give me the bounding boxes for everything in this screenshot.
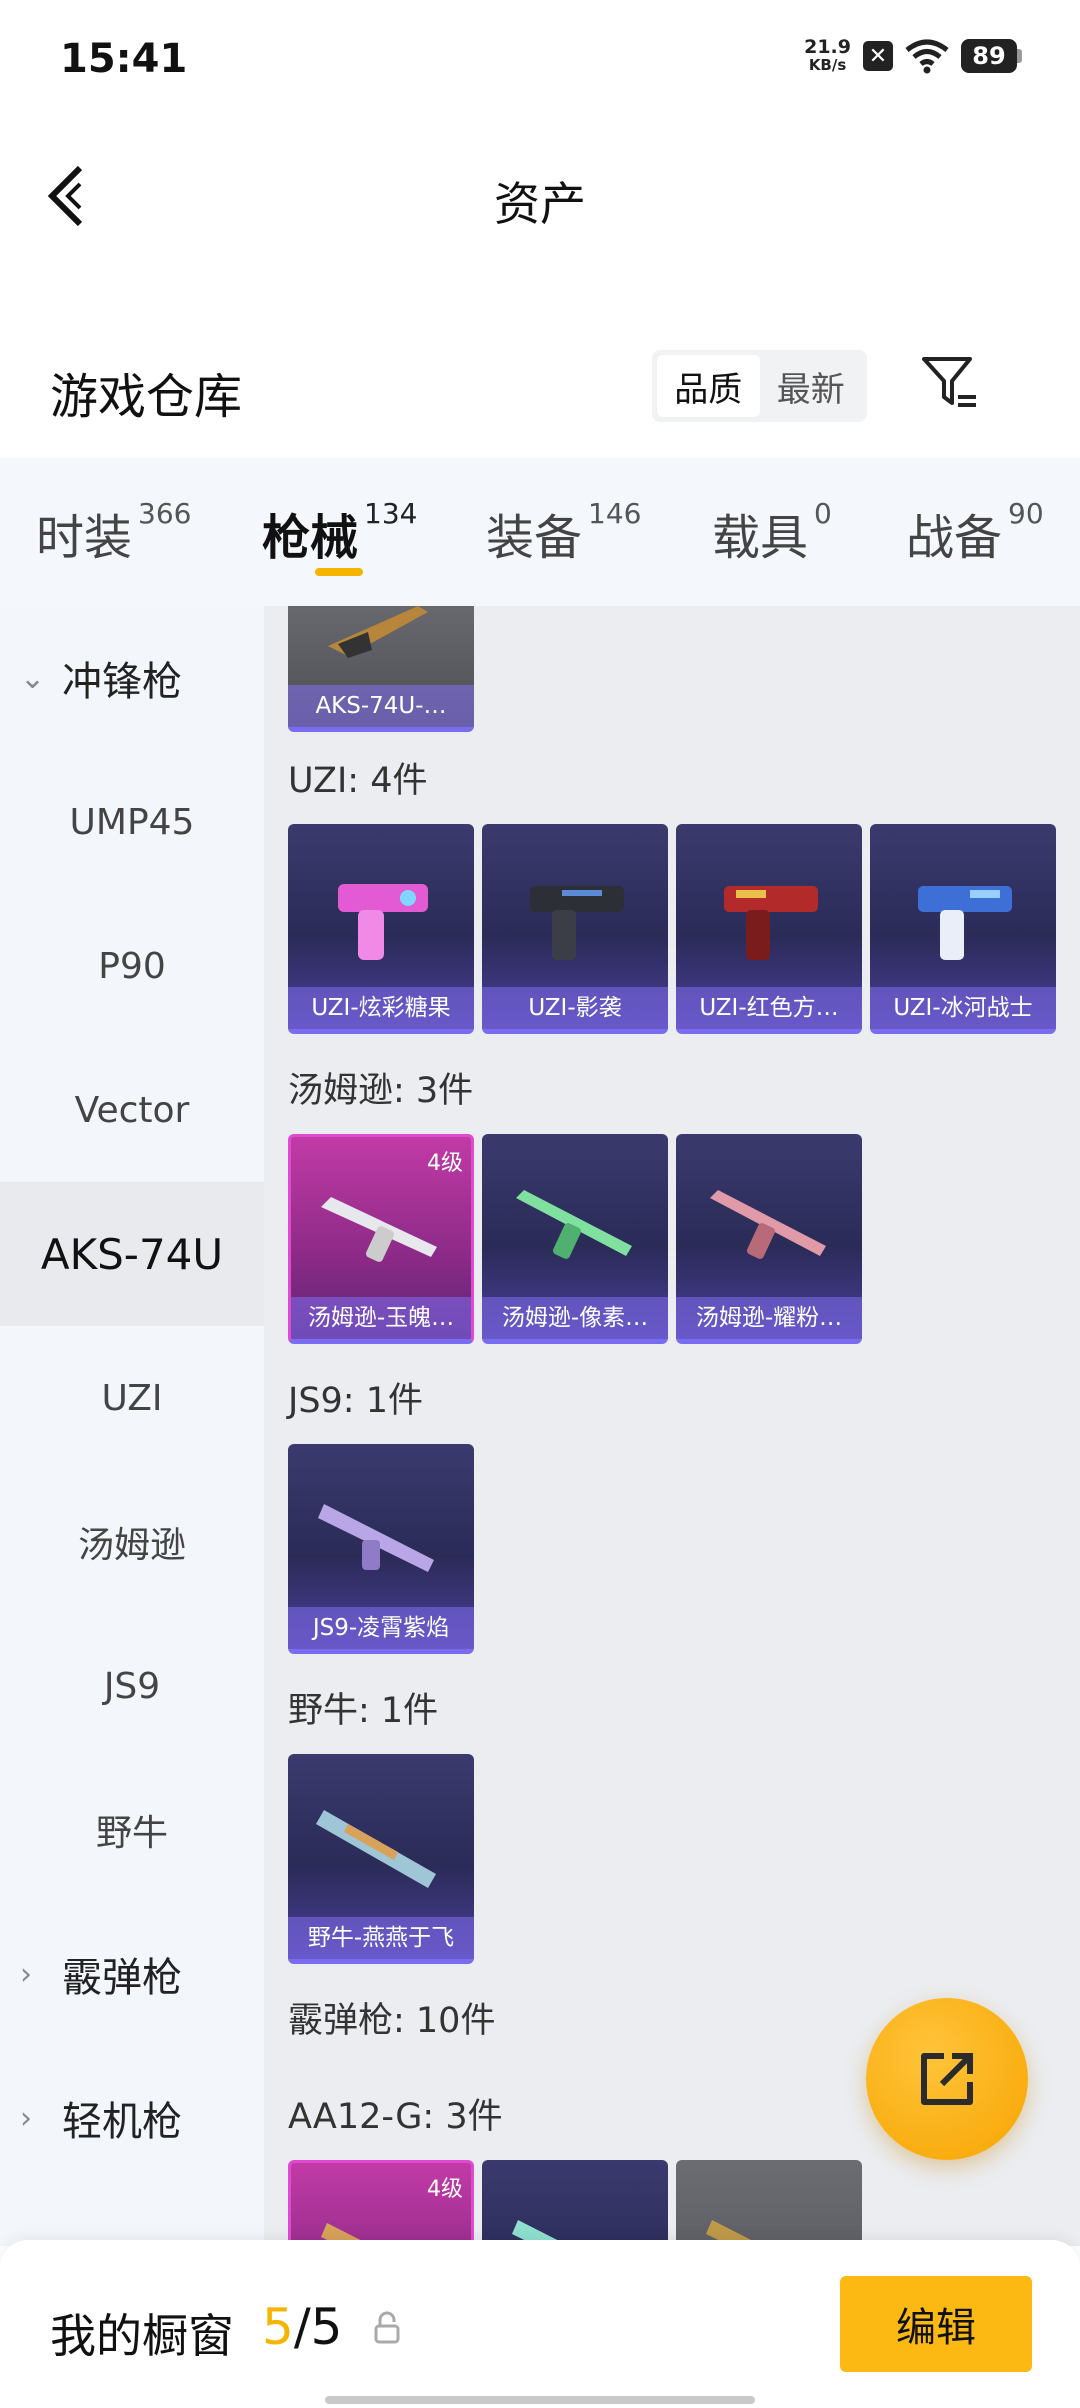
weapon-card[interactable]: 4级 汤姆逊-玉魄… [288, 1134, 474, 1344]
rifle-icon [321, 1197, 437, 1262]
chevron-down-icon: ⌄ [20, 660, 46, 696]
weapon-card-name: AKS-74U-… [288, 685, 474, 727]
sort-toggle: 品质 最新 [652, 350, 867, 422]
weapon-card[interactable]: UZI-影袭 [482, 824, 668, 1034]
uzi-group-label: UZI: 4件 [288, 761, 428, 801]
tab-supplies[interactable]: 战备 90 [906, 497, 1044, 568]
sidebar-item-p90[interactable]: P90 [0, 894, 264, 1038]
sidebar-item-ump45[interactable]: UMP45 [0, 750, 264, 894]
tab-fashion[interactable]: 时装 366 [36, 497, 191, 568]
page-title: 资产 [494, 177, 586, 231]
battery-icon: 89 [961, 39, 1022, 73]
notification-icon: ✕ [863, 41, 893, 71]
showcase-count: 5/5 [262, 2298, 343, 2356]
status-time: 15:41 [60, 36, 188, 82]
app-root: 15:41 21.9 KB/s ✕ 89 资产 游戏仓库 品质 最新 时装 36… [0, 0, 1080, 2408]
external-link-icon [921, 2053, 973, 2105]
weapon-card[interactable]: AKS-74U-… [288, 606, 474, 732]
weapon-card[interactable] [482, 2160, 668, 2246]
weapon-card[interactable]: 4级 [288, 2160, 474, 2246]
status-icons: 21.9 KB/s ✕ 89 [804, 38, 1022, 74]
pistol-icon [724, 886, 818, 960]
sort-latest-button[interactable]: 最新 [760, 355, 863, 417]
weapon-card[interactable]: 汤姆逊-像素… [482, 1134, 668, 1344]
home-indicator[interactable] [325, 2396, 755, 2404]
thompson-group-label: 汤姆逊: 3件 [288, 1071, 474, 1111]
tab-vehicles[interactable]: 载具 0 [712, 497, 832, 568]
weapon-card-name: 汤姆逊-玉魄… [291, 1297, 471, 1339]
pistol-icon [530, 886, 624, 960]
lock-icon [374, 2311, 400, 2344]
weapon-card-name: JS9-凌霄紫焰 [288, 1607, 474, 1649]
category-tabs: 时装 366 枪械 134 装备 146 载具 0 战备 90 [0, 458, 1080, 606]
edit-button[interactable]: 编辑 [840, 2276, 1032, 2372]
weapon-card[interactable]: UZI-炫彩糖果 [288, 824, 474, 1034]
sidebar-item-bison[interactable]: 野牛 [0, 1758, 264, 1902]
sort-quality-button[interactable]: 品质 [657, 355, 760, 417]
chevron-right-icon: › [20, 1956, 32, 1992]
tab-equipment[interactable]: 装备 146 [486, 497, 641, 568]
sidebar-group-lmg[interactable]: › 轻机枪 [0, 2046, 264, 2190]
network-speed: 21.9 KB/s [804, 36, 851, 75]
weapon-card-name: UZI-冰河战士 [870, 987, 1056, 1029]
sidebar-item-js9[interactable]: JS9 [0, 1614, 264, 1758]
weapon-sidebar: ⌄ 冲锋枪 UMP45 P90 Vector AKS-74U UZI 汤姆逊 J… [0, 606, 264, 2246]
rifle-icon [512, 2220, 570, 2246]
rifle-icon [706, 2220, 764, 2246]
sidebar-group-shotgun[interactable]: › 霰弹枪 [0, 1902, 264, 2046]
share-fab[interactable] [866, 1998, 1028, 2160]
weapon-card-name: UZI-红色方… [676, 987, 862, 1029]
weapon-card[interactable] [676, 2160, 862, 2246]
bison-group-label: 野牛: 1件 [288, 1691, 439, 1731]
sidebar-item-vector[interactable]: Vector [0, 1038, 264, 1182]
showcase-bar: 我的橱窗 5/5 编辑 [0, 2240, 1080, 2408]
js9-group-label: JS9: 1件 [288, 1381, 423, 1421]
weapon-card[interactable]: JS9-凌霄紫焰 [288, 1444, 474, 1654]
filter-icon [922, 357, 976, 407]
rifle-icon [321, 2223, 373, 2246]
wifi-icon [905, 39, 949, 74]
status-bar: 15:41 21.9 KB/s ✕ 89 [0, 0, 1080, 120]
rifle-icon [710, 1190, 826, 1259]
pistol-icon [338, 884, 428, 960]
weapon-card[interactable]: 汤姆逊-耀粉… [676, 1134, 862, 1344]
warehouse-title: 游戏仓库 [50, 369, 243, 425]
weapon-card-name: UZI-影袭 [482, 987, 668, 1029]
weapon-card[interactable]: 野牛-燕燕于飞 [288, 1754, 474, 1964]
rifle-icon [516, 1190, 632, 1259]
active-tab-indicator [315, 568, 363, 576]
weapon-card-name: 野牛-燕燕于飞 [288, 1917, 474, 1959]
sidebar-item-thompson[interactable]: 汤姆逊 [0, 1470, 264, 1614]
pistol-icon [918, 886, 1012, 960]
rifle-icon [316, 1810, 436, 1888]
weapon-card-name: 汤姆逊-像素… [482, 1297, 668, 1339]
rifle-icon [318, 1504, 434, 1572]
weapon-card[interactable]: UZI-冰河战士 [870, 824, 1056, 1034]
filter-button[interactable] [920, 355, 980, 415]
sidebar-item-uzi[interactable]: UZI [0, 1326, 264, 1470]
aa12-group-label: AA12-G: 3件 [288, 2097, 503, 2137]
showcase-label: 我的橱窗 [50, 2309, 234, 2363]
weapon-card[interactable]: UZI-红色方… [676, 824, 862, 1034]
sidebar-group-smg[interactable]: ⌄ 冲锋枪 [0, 606, 264, 750]
tab-firearms[interactable]: 枪械 134 [262, 497, 417, 568]
chevron-right-icon: › [20, 2100, 32, 2136]
weapon-card-name: 汤姆逊-耀粉… [676, 1297, 862, 1339]
shotgun-group-label: 霰弹枪: 10件 [288, 2001, 496, 2041]
sidebar-item-aks74u[interactable]: AKS-74U [0, 1182, 264, 1326]
weapon-card-name: UZI-炫彩糖果 [288, 987, 474, 1029]
